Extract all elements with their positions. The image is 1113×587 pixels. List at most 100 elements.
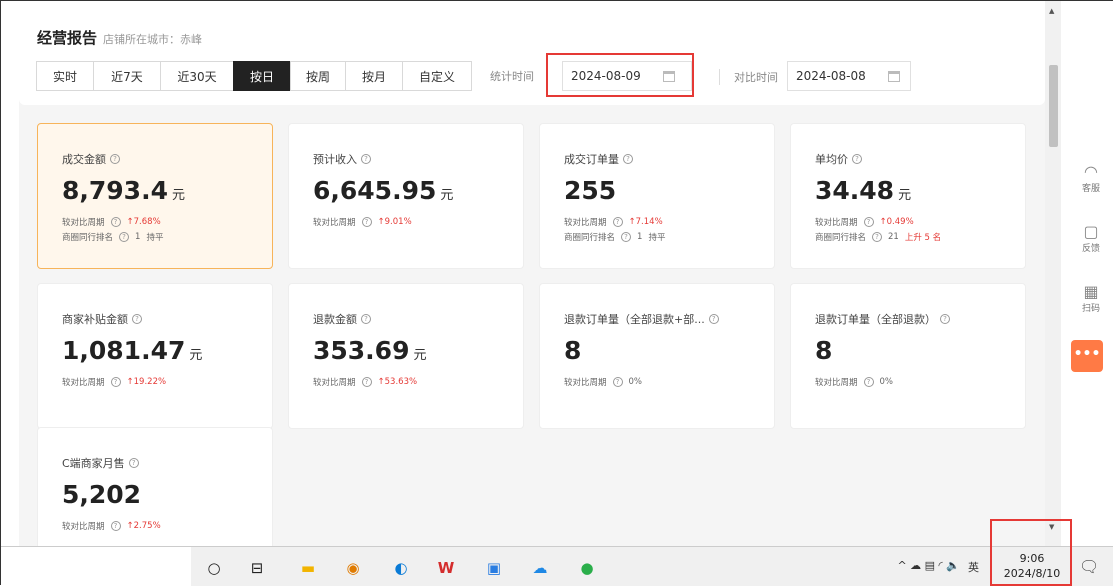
metric-card-c-monthly-sales[interactable]: C端商家月售? 5,202 较对比周期? ↑2.75%	[37, 427, 273, 546]
scroll-up-arrow-icon[interactable]: ▲	[1049, 7, 1054, 15]
help-icon[interactable]: ?	[863, 377, 874, 387]
metric-label: 预计收入?	[313, 151, 371, 167]
metric-label: 退款金额?	[313, 311, 371, 327]
qr-code-icon: ▦	[1083, 282, 1099, 301]
metric-card-avg-price[interactable]: 单均价? 34.48 元较对比周期? ↑0.49% 商圈同行排名? 21 上升 5 名	[790, 123, 1026, 269]
metric-card-est-income[interactable]: 预计收入? 6,645.95 元较对比周期? ↑9.01%	[288, 123, 524, 269]
metric-card-subsidy[interactable]: 商家补贴金额? 1,081.47 元较对比周期? ↑19.22%	[37, 283, 273, 429]
metric-label: 退款订单量（全部退款）?	[815, 311, 950, 327]
edge-icon[interactable]: ◐	[390, 557, 412, 579]
report-header-panel: 经营报告 店铺所在城市：赤峰 实时 近7天 近30天 按日 按周 按月 自定义 …	[19, 1, 1045, 105]
help-icon[interactable]: ?	[361, 154, 371, 164]
metric-card-refund-amount[interactable]: 退款金额? 353.69 元较对比周期? ↑53.63%	[288, 283, 524, 429]
help-icon[interactable]: ?	[361, 217, 372, 227]
search-circle-icon[interactable]: ○	[203, 557, 225, 579]
metric-value: 8	[815, 336, 833, 365]
scroll-thumb[interactable]	[1049, 65, 1058, 147]
taskbar-search-area[interactable]	[1, 547, 191, 587]
metric-label: 退款订单量（全部退款+部...?	[564, 311, 719, 327]
app-window: 经营报告 店铺所在城市：赤峰 实时 近7天 近30天 按日 按周 按月 自定义 …	[0, 0, 1113, 587]
chat-icon: •••	[1073, 346, 1101, 362]
compare-row: 较对比周期? 0%	[564, 377, 643, 388]
taskbar: ○ ⊟ ▬ ◉ ◐ W ▣ ☁ ● ^ ☁ ▤ ◜ 🔈 英 9:06 2024/…	[1, 519, 1113, 587]
metric-label: 单均价?	[815, 151, 862, 167]
compare-row: 较对比周期? ↑19.22%	[62, 377, 167, 388]
side-item-feedback[interactable]: ▢ 反馈	[1071, 223, 1111, 255]
stat-date-highlight	[546, 53, 694, 97]
compare-value: ↑19.22%	[126, 377, 167, 387]
side-item-scan[interactable]: ▦ 扫码	[1071, 282, 1111, 315]
help-icon[interactable]: ?	[361, 377, 372, 387]
compare-date-value: 2024-08-08	[796, 69, 866, 83]
side-panel: ◜◝ 客服 ▢ 反馈 ▦ 扫码 •••	[1061, 1, 1113, 546]
ime-indicator[interactable]: 英	[968, 559, 979, 575]
help-icon[interactable]: ?	[110, 521, 121, 531]
wps-icon[interactable]: W	[435, 557, 457, 579]
help-icon[interactable]: ?	[110, 377, 121, 387]
help-icon[interactable]: ?	[119, 232, 130, 242]
help-icon[interactable]: ?	[612, 217, 623, 227]
rank-change: 持平	[146, 233, 164, 243]
help-icon[interactable]: ?	[621, 232, 632, 242]
wechat-icon[interactable]: ●	[576, 557, 598, 579]
help-icon[interactable]: ?	[940, 314, 950, 324]
compare-row: 较对比周期? ↑7.14%	[564, 217, 663, 228]
compare-date-picker[interactable]: 2024-08-08	[787, 61, 911, 91]
metric-label: 成交订单量?	[564, 151, 633, 167]
metric-value: 353.69 元	[313, 336, 427, 365]
help-icon[interactable]: ?	[110, 217, 121, 227]
rank-row: 商圈同行排名? 1 持平	[564, 232, 666, 243]
metric-value: 5,202	[62, 480, 142, 509]
tab-daily[interactable]: 按日	[233, 61, 291, 91]
tab-custom[interactable]: 自定义	[402, 61, 472, 91]
compare-value: ↑9.01%	[377, 217, 412, 227]
metric-value: 34.48 元	[815, 176, 912, 205]
system-tray[interactable]: ^ ☁ ▤ ◜ 🔈 英	[897, 559, 979, 575]
tray-icons[interactable]: ^ ☁ ▤ ◜ 🔈	[897, 559, 960, 575]
metric-card-order-count[interactable]: 成交订单量? 255 较对比周期? ↑7.14% 商圈同行排名? 1 持平	[539, 123, 775, 269]
task-view-icon[interactable]: ⊟	[246, 557, 268, 579]
compare-value: ↑7.14%	[628, 217, 663, 227]
help-icon[interactable]: ?	[132, 314, 142, 324]
compare-value: ↑53.63%	[377, 377, 418, 387]
time-range-tabs: 实时 近7天 近30天 按日 按周 按月 自定义 统计时间	[36, 61, 534, 91]
metric-unit: 元	[413, 348, 427, 363]
help-icon[interactable]: ?	[852, 154, 862, 164]
metric-value: 8,793.4 元	[62, 176, 185, 205]
file-explorer-icon[interactable]: ▬	[297, 557, 319, 579]
stat-time-label: 统计时间	[490, 70, 534, 83]
compare-value: 0%	[628, 377, 643, 387]
tab-7days[interactable]: 近7天	[93, 61, 161, 91]
side-item-service[interactable]: ◜◝ 客服	[1071, 163, 1111, 195]
cloud-icon[interactable]: ☁	[529, 557, 551, 579]
metric-card-refund-orders-all[interactable]: 退款订单量（全部退款）? 8 较对比周期? 0%	[790, 283, 1026, 429]
side-item-label: 扫码	[1081, 304, 1100, 314]
tab-realtime[interactable]: 实时	[36, 61, 94, 91]
help-icon[interactable]: ?	[361, 314, 371, 324]
metric-label: C端商家月售?	[62, 455, 139, 471]
compare-row: 较对比周期? ↑7.68%	[62, 217, 161, 228]
tab-weekly[interactable]: 按周	[290, 61, 346, 91]
tab-monthly[interactable]: 按月	[345, 61, 403, 91]
mail-icon[interactable]: ▣	[483, 557, 505, 579]
help-icon[interactable]: ?	[863, 217, 874, 227]
rank-change: 持平	[648, 233, 666, 243]
help-icon[interactable]: ?	[623, 154, 633, 164]
help-icon[interactable]: ?	[128, 458, 139, 468]
metric-unit: 元	[898, 188, 912, 203]
help-icon[interactable]: ?	[872, 232, 883, 242]
rank-change: 上升 5 名	[904, 233, 942, 243]
chat-button[interactable]: •••	[1071, 340, 1103, 372]
tab-30days[interactable]: 近30天	[160, 61, 234, 91]
help-icon[interactable]: ?	[612, 377, 623, 387]
metric-card-refund-orders-all-partial[interactable]: 退款订单量（全部退款+部...? 8 较对比周期? 0%	[539, 283, 775, 429]
help-icon[interactable]: ?	[110, 154, 120, 164]
metric-card-gmv[interactable]: 成交金额? 8,793.4 元较对比周期? ↑7.68% 商圈同行排名? 1 持平	[37, 123, 273, 269]
metric-unit: 元	[440, 188, 454, 203]
clock-highlight	[990, 519, 1072, 586]
help-icon[interactable]: ?	[708, 314, 719, 324]
vertical-scrollbar[interactable]: ▲ ▼	[1045, 1, 1061, 546]
notification-icon[interactable]: 🗨	[1079, 557, 1099, 576]
rank-row: 商圈同行排名? 1 持平	[62, 232, 164, 243]
browser-icon[interactable]: ◉	[342, 557, 364, 579]
